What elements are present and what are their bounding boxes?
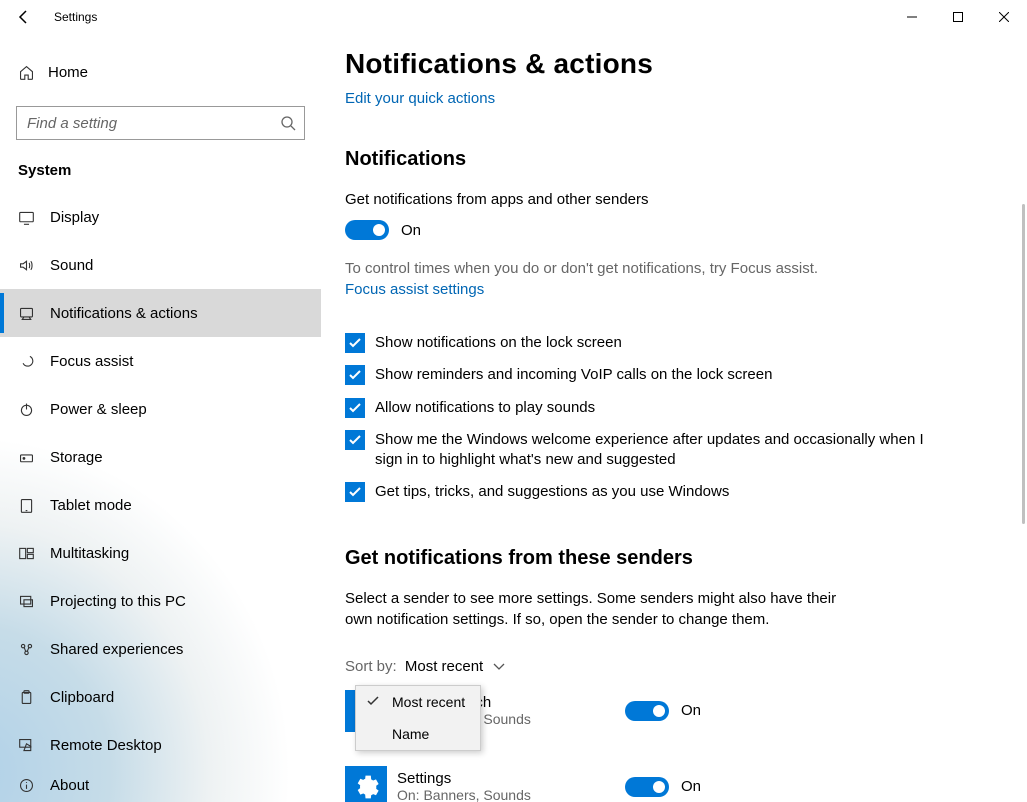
dropdown-option-name[interactable]: Name [356,718,480,750]
settings-icon [345,766,387,802]
sidebar-home-label: Home [48,64,88,81]
home-icon [18,64,40,81]
sidebar-item-sound[interactable]: Sound [0,241,321,289]
sender-sub: On: Banners, Sounds [397,787,625,802]
sort-dropdown[interactable]: Most recent Name [355,685,481,751]
sender-name: Settings [397,770,625,787]
sidebar-item-label: Shared experiences [50,641,183,658]
focus-assist-icon [18,353,40,370]
sidebar-item-label: About [50,777,89,794]
dropdown-option-label: Most recent [392,694,465,710]
display-icon [18,209,40,226]
sidebar-item-shared-experiences[interactable]: Shared experiences [0,625,321,673]
dropdown-option-most-recent[interactable]: Most recent [356,686,480,718]
sidebar-item-multitasking[interactable]: Multitasking [0,529,321,577]
shared-icon [18,641,40,658]
sidebar-item-label: Multitasking [50,545,129,562]
sender-toggle[interactable] [625,777,669,797]
toggle-state-label: On [681,702,701,719]
notifications-icon [18,305,40,322]
check-reminders-voip[interactable] [345,365,365,385]
search-icon [280,115,296,131]
sidebar-item-about[interactable]: About [0,769,321,801]
page-title: Notifications & actions [345,48,1003,80]
sidebar-item-power-sleep[interactable]: Power & sleep [0,385,321,433]
sidebar-item-label: Power & sleep [50,401,147,418]
chevron-down-icon [493,658,505,675]
sort-by[interactable]: Sort by: Most recent [345,658,1003,675]
back-button[interactable] [0,0,48,34]
sidebar-item-label: Notifications & actions [50,305,198,322]
window-controls [889,0,1027,34]
sender-row[interactable]: Settings On: Banners, Sounds On [345,755,1003,802]
senders-help: Select a sender to see more settings. So… [345,588,845,630]
senders-heading: Get notifications from these senders [345,547,1003,570]
search-input[interactable] [17,107,270,139]
sound-icon [18,257,40,274]
multitasking-icon [18,545,40,562]
sidebar-item-label: Clipboard [50,689,114,706]
sidebar-item-label: Tablet mode [50,497,132,514]
notifications-toggle[interactable] [345,220,389,240]
sidebar-item-projecting[interactable]: Projecting to this PC [0,577,321,625]
sort-label: Sort by: [345,658,397,675]
edit-quick-actions-link[interactable]: Edit your quick actions [345,90,495,107]
sidebar-item-label: Remote Desktop [50,737,162,754]
about-icon [18,777,40,794]
check-welcome-experience[interactable] [345,430,365,450]
toggle-state-label: On [681,778,701,795]
sidebar-item-display[interactable]: Display [0,193,321,241]
scrollbar[interactable] [1022,204,1025,524]
minimize-button[interactable] [889,0,935,34]
check-tips-tricks[interactable] [345,482,365,502]
power-icon [18,401,40,418]
check-label: Get tips, tricks, and suggestions as you… [375,482,729,502]
sidebar-category: System [18,162,321,179]
search-box[interactable] [16,106,305,140]
check-label: Show notifications on the lock screen [375,333,622,353]
check-lock-screen[interactable] [345,333,365,353]
titlebar: Settings [0,0,1027,34]
storage-icon [18,449,40,466]
close-button[interactable] [981,0,1027,34]
notifications-heading: Notifications [345,148,1003,171]
main-panel: Notifications & actions Edit your quick … [321,34,1027,802]
sender-toggle[interactable] [625,701,669,721]
get-notifications-text: Get notifications from apps and other se… [345,189,1003,210]
window-title: Settings [54,10,97,24]
remote-desktop-icon [18,737,40,754]
check-label: Show me the Windows welcome experience a… [375,430,935,471]
sidebar-item-label: Focus assist [50,353,133,370]
clipboard-icon [18,689,40,706]
check-play-sounds[interactable] [345,398,365,418]
checkmark-icon [366,694,380,711]
sidebar-item-remote-desktop[interactable]: Remote Desktop [0,721,321,769]
sidebar-item-label: Display [50,209,99,226]
sidebar-home[interactable]: Home [0,52,321,92]
toggle-state-label: On [401,222,421,239]
sidebar-item-notifications[interactable]: Notifications & actions [0,289,321,337]
tablet-icon [18,497,40,514]
sidebar-item-storage[interactable]: Storage [0,433,321,481]
sidebar: Home System Display Sound Notification [0,34,321,802]
sort-value[interactable]: Most recent [405,658,483,675]
sidebar-item-label: Sound [50,257,93,274]
focus-assist-link[interactable]: Focus assist settings [345,281,484,298]
sidebar-item-label: Projecting to this PC [50,593,186,610]
sidebar-item-label: Storage [50,449,103,466]
check-label: Allow notifications to play sounds [375,398,595,418]
sidebar-item-clipboard[interactable]: Clipboard [0,673,321,721]
focus-assist-hint: To control times when you do or don't ge… [345,258,1003,279]
sidebar-item-tablet-mode[interactable]: Tablet mode [0,481,321,529]
check-label: Show reminders and incoming VoIP calls o… [375,365,772,385]
maximize-button[interactable] [935,0,981,34]
dropdown-option-label: Name [392,726,429,742]
sidebar-item-focus-assist[interactable]: Focus assist [0,337,321,385]
sidebar-nav: Display Sound Notifications & actions Fo… [0,193,321,801]
projecting-icon [18,593,40,610]
